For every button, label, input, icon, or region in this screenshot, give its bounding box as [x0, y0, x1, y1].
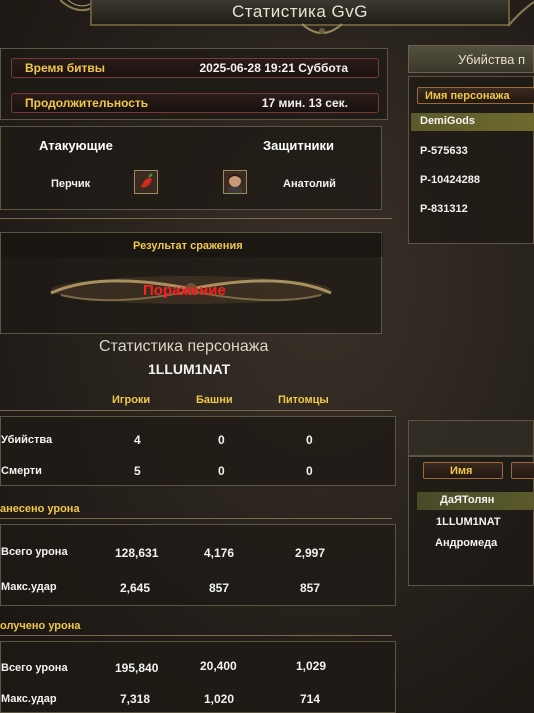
battle-duration-row: Продолжительность 17 мин. 13 сек.	[11, 93, 379, 113]
dealt-total-towers: 4,176	[204, 546, 235, 560]
divider	[0, 218, 392, 219]
received-max-label: Макс.удар	[1, 693, 57, 705]
kills-by-item[interactable]: P-831312	[420, 203, 468, 215]
result-panel: Результат сражения Поражение	[0, 232, 383, 334]
deaths-towers: 0	[218, 464, 225, 478]
battle-info-panel: Время битвы 2025-06-28 19:21 Суббота Про…	[0, 48, 388, 120]
damage-dealt-panel: Всего урона 128,631 4,176 2,997 Макс.уда…	[0, 524, 396, 606]
kills-by-item[interactable]: P-575633	[420, 145, 468, 157]
kills-towers: 0	[218, 433, 225, 447]
kills-by-column-header[interactable]: Имя персонажа	[417, 87, 534, 104]
dealt-total-pets: 2,997	[295, 546, 326, 560]
received-total-pets: 1,029	[296, 659, 327, 673]
character-name: 1LLUM1NAT	[148, 361, 231, 377]
kills-by-list-panel: Имя персонажа DemiGods P-575633 P-104242…	[408, 76, 534, 244]
dealt-total-label: Всего урона	[1, 546, 68, 558]
members-column-header-2[interactable]	[511, 462, 534, 479]
divider	[0, 518, 392, 519]
character-stats-title: Статистика персонажа	[99, 338, 269, 355]
attacker-guild-emblem-icon	[134, 170, 158, 194]
dealt-max-label: Макс.удар	[1, 581, 57, 593]
member-item[interactable]: ДаЯТолян	[440, 494, 494, 506]
dealt-max-towers: 857	[209, 581, 230, 595]
column-towers: Башни	[196, 394, 233, 406]
member-item[interactable]: Андромеда	[435, 537, 497, 549]
kills-by-column-label: Имя персонажа	[425, 89, 510, 102]
column-players: Игроки	[112, 394, 151, 406]
right-bottom-header	[408, 420, 534, 456]
received-max-players: 7,318	[120, 692, 151, 706]
defender-guild-emblem-icon	[223, 170, 247, 194]
received-total-towers: 20,400	[200, 659, 237, 673]
kills-pets: 0	[306, 433, 313, 447]
sides-panel: Атакующие Защитники Перчик Анатолий	[0, 126, 382, 210]
title-ornament-right-icon	[508, 1, 534, 27]
received-total-players: 195,840	[115, 661, 159, 675]
deaths-players: 5	[134, 464, 141, 478]
damage-received-title: олучено урона	[0, 620, 81, 632]
battle-duration-label: Продолжительность	[25, 96, 149, 110]
title-ornament-center-icon	[301, 23, 343, 34]
battle-duration-value: 17 мин. 13 сек.	[261, 96, 348, 110]
received-total-label: Всего урона	[1, 662, 68, 674]
divider	[0, 410, 392, 411]
battle-time-row: Время битвы 2025-06-28 19:21 Суббота	[11, 58, 379, 78]
dealt-total-players: 128,631	[115, 546, 159, 560]
kills-by-panel-header: Убийства п	[408, 45, 534, 73]
kills-by-item[interactable]: DemiGods	[420, 115, 475, 127]
attackers-label: Атакующие	[39, 138, 113, 153]
deaths-label: Смерти	[1, 465, 42, 477]
defender-guild-name: Анатолий	[283, 178, 336, 190]
members-column-header[interactable]: Имя	[423, 462, 503, 479]
members-column-label: Имя	[450, 464, 473, 477]
members-list-panel: Имя ДаЯТолян 1LLUM1NAT Андромеда	[408, 456, 534, 586]
column-pets: Питомцы	[278, 394, 329, 406]
battle-time-label: Время битвы	[25, 61, 106, 75]
kills-label: Убийства	[1, 434, 53, 446]
kills-by-title: Убийства п	[458, 52, 526, 67]
result-label: Результат сражения	[133, 240, 243, 252]
received-max-pets: 714	[300, 692, 321, 706]
member-item[interactable]: 1LLUM1NAT	[436, 516, 501, 528]
result-value: Поражение	[143, 282, 226, 299]
damage-dealt-title: анесено урона	[0, 503, 80, 515]
window-title: Статистика GvG	[232, 2, 368, 21]
defenders-label: Защитники	[263, 138, 335, 153]
kills-deaths-panel: Убийства 4 0 0 Смерти 5 0 0	[0, 416, 396, 486]
divider	[0, 635, 392, 636]
damage-received-panel: Всего урона 195,840 20,400 1,029 Макс.уд…	[0, 641, 396, 713]
deaths-pets: 0	[306, 464, 313, 478]
attacker-guild-name: Перчик	[51, 178, 91, 190]
battle-time-value: 2025-06-28 19:21 Суббота	[199, 61, 349, 75]
kills-by-item[interactable]: P-10424288	[420, 174, 480, 186]
dealt-max-players: 2,645	[120, 581, 151, 595]
kills-players: 4	[134, 433, 141, 447]
received-max-towers: 1,020	[204, 692, 235, 706]
dealt-max-pets: 857	[300, 581, 321, 595]
